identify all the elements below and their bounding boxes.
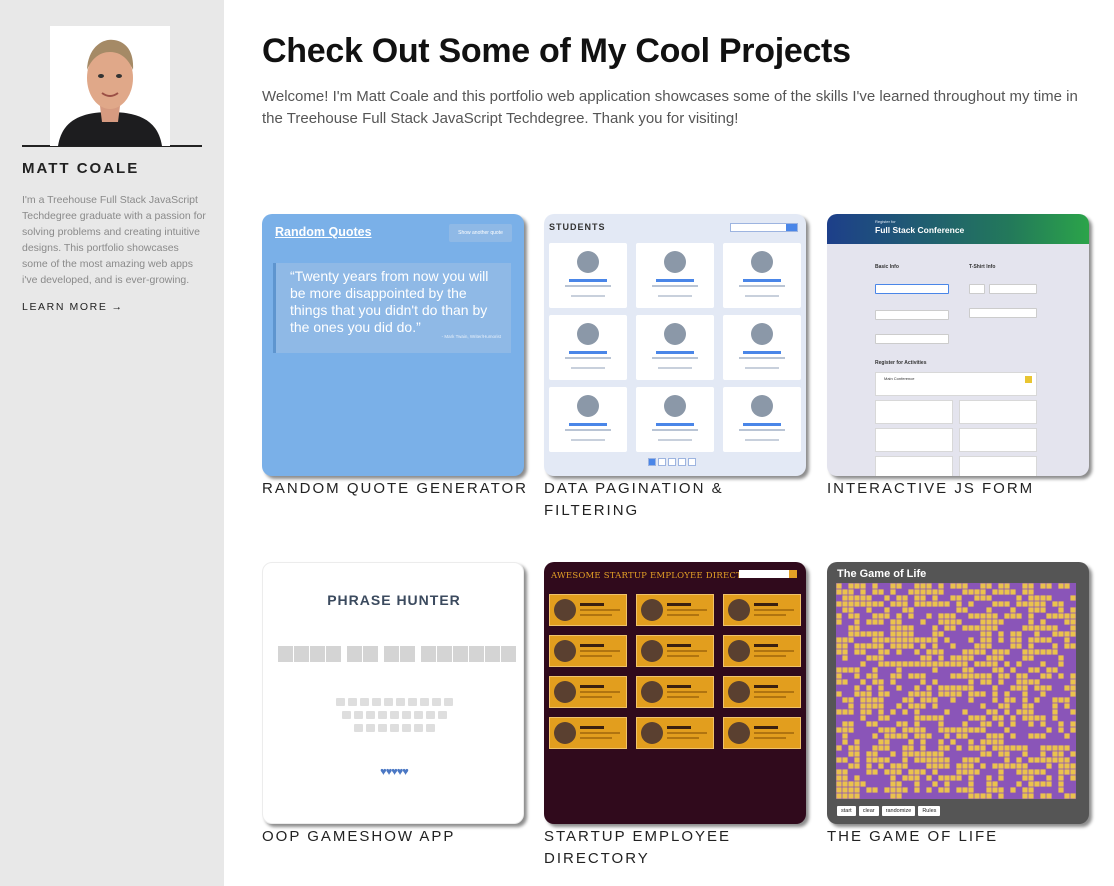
thumb-life-buttons: start clear randomize Rules <box>837 806 941 816</box>
thumb-title: Random Quotes <box>275 225 372 239</box>
employee-card <box>636 676 714 708</box>
thumb-rules-button: Rules <box>918 806 941 816</box>
thumb-tshirt-info: T-Shirt Info <box>969 264 996 270</box>
sidebar: MATT COALE I'm a Treehouse Full Stack Ja… <box>0 0 224 886</box>
project-label-game-of-life[interactable]: THE GAME OF LIFE <box>827 826 1097 848</box>
thumb-title: Full Stack Conference <box>875 225 965 235</box>
avatar-frame <box>22 20 202 147</box>
employee-card <box>636 594 714 626</box>
thumb-title: AWESOME STARTUP EMPLOYEE DIRECTORY <box>551 571 762 581</box>
thumb-life-board <box>836 583 1076 799</box>
student-card <box>723 315 801 380</box>
sidebar-name: MATT COALE <box>22 160 140 177</box>
thumb-quote-author: - Mark Twain, Writer/Humorist <box>441 334 501 339</box>
thumb-quote-button: Show another quote <box>449 224 512 242</box>
thumb-title: The Game of Life <box>837 568 927 580</box>
thumb-phrase-letters <box>278 646 516 662</box>
page-title: Check Out Some of My Cool Projects <box>262 32 851 70</box>
employee-card <box>549 676 627 708</box>
employee-card <box>636 635 714 667</box>
employee-avatar <box>641 722 663 744</box>
heart-icon: ♥♥♥♥♥ <box>380 766 409 778</box>
intro-text: Welcome! I'm Matt Coale and this portfol… <box>262 88 1078 127</box>
employee-card <box>549 635 627 667</box>
thumb-quote-box: “Twenty years from now you will be more … <box>273 263 511 353</box>
thumb-title: PHRASE HUNTER <box>327 592 461 608</box>
project-card-game-of-life[interactable]: The Game of Life start clear randomize R… <box>827 562 1089 824</box>
thumb-pagination <box>648 458 696 466</box>
employee-avatar <box>641 681 663 703</box>
employee-avatar <box>728 681 750 703</box>
avatar <box>50 26 170 146</box>
thumb-basic-info: Basic Info <box>875 264 899 270</box>
employee-avatar <box>554 599 576 621</box>
thumb-keyboard-row <box>263 724 523 732</box>
student-card <box>636 315 714 380</box>
close-quote-icon: ” <box>416 319 421 335</box>
thumb-main-conference-label: Main Conference <box>884 376 915 381</box>
learn-more-link[interactable]: LEARN MORE → <box>22 301 124 313</box>
employee-card <box>549 594 627 626</box>
employee-avatar <box>554 640 576 662</box>
student-card <box>636 243 714 308</box>
student-avatar <box>664 251 686 273</box>
employee-card <box>723 635 801 667</box>
project-card-interactive-form[interactable]: Register for Full Stack Conference Basic… <box>827 214 1089 476</box>
thumb-student-grid <box>549 243 801 452</box>
student-card <box>549 243 627 308</box>
sidebar-bio: I'm a Treehouse Full Stack JavaScript Te… <box>22 194 206 286</box>
student-avatar <box>664 395 686 417</box>
employee-avatar <box>554 681 576 703</box>
student-card <box>549 315 627 380</box>
student-avatar <box>577 323 599 345</box>
thumb-search-input <box>739 570 797 578</box>
project-label-employee-directory[interactable]: STARTUP EMPLOYEE DIRECTORY <box>544 826 814 870</box>
project-card-data-pagination[interactable]: STUDENTS <box>544 214 806 476</box>
arrow-right-icon: → <box>111 301 124 313</box>
thumb-form-register: Register for <box>875 219 896 224</box>
learn-more-label: LEARN MORE <box>22 301 108 313</box>
student-card <box>549 387 627 452</box>
employee-avatar <box>728 599 750 621</box>
thumb-start-button: start <box>837 806 856 816</box>
thumb-quote-text: Twenty years from now you will be more d… <box>290 268 489 335</box>
project-label-random-quote[interactable]: RANDOM QUOTE GENERATOR <box>262 478 532 500</box>
project-label-data-pagination[interactable]: DATA PAGINATION & FILTERING <box>544 478 814 522</box>
employee-card <box>636 717 714 749</box>
student-card <box>723 243 801 308</box>
project-label-gameshow[interactable]: OOP GAMESHOW APP <box>262 826 532 848</box>
thumb-randomize-button: randomize <box>881 806 916 816</box>
employee-card <box>723 594 801 626</box>
thumb-activities: Register for Activities <box>875 360 927 366</box>
project-card-employee-directory[interactable]: AWESOME STARTUP EMPLOYEE DIRECTORY <box>544 562 806 824</box>
student-card <box>636 387 714 452</box>
employee-card <box>723 717 801 749</box>
student-card <box>723 387 801 452</box>
thumb-title: STUDENTS <box>549 222 606 232</box>
employee-avatar <box>554 722 576 744</box>
thumb-employee-grid <box>549 594 801 749</box>
thumb-form-header: Register for Full Stack Conference <box>827 214 1089 244</box>
thumb-main-conference: Main Conference <box>875 372 1037 396</box>
project-card-random-quote[interactable]: Random Quotes Show another quote “Twenty… <box>262 214 524 476</box>
project-label-interactive-form[interactable]: INTERACTIVE JS FORM <box>827 478 1097 500</box>
student-avatar <box>751 251 773 273</box>
employee-avatar <box>641 599 663 621</box>
student-avatar <box>751 323 773 345</box>
student-avatar <box>577 251 599 273</box>
student-avatar <box>751 395 773 417</box>
employee-avatar <box>728 722 750 744</box>
employee-avatar <box>641 640 663 662</box>
thumb-clear-button: clear <box>858 806 879 816</box>
thumb-search-input <box>730 223 798 232</box>
student-avatar <box>664 323 686 345</box>
employee-card <box>723 676 801 708</box>
thumb-keyboard-row <box>263 698 523 706</box>
project-card-gameshow[interactable]: PHRASE HUNTER ♥♥♥♥♥ <box>262 562 524 824</box>
student-avatar <box>577 395 599 417</box>
employee-avatar <box>728 640 750 662</box>
thumb-keyboard-row <box>263 711 523 719</box>
employee-card <box>549 717 627 749</box>
